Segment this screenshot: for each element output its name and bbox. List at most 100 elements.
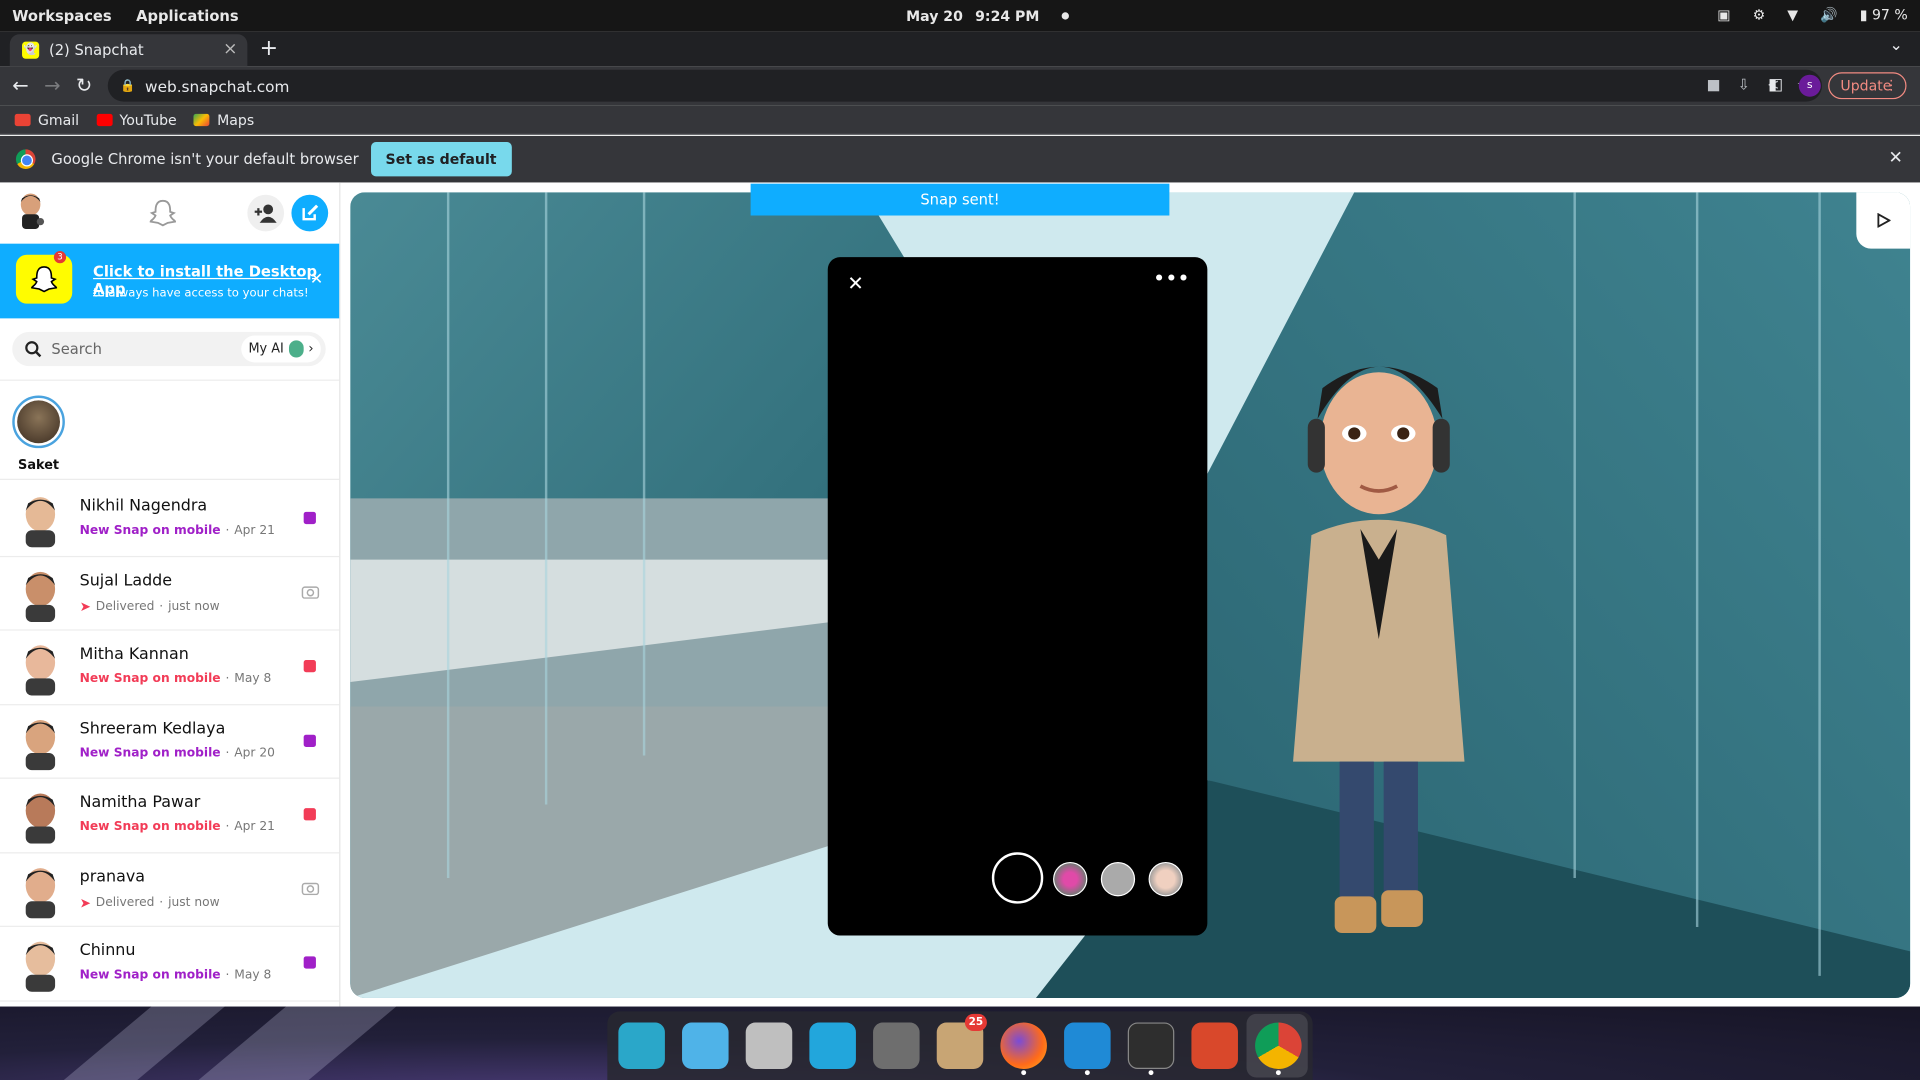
- video-editor-icon[interactable]: [1191, 1022, 1238, 1069]
- chevron-right-icon: ›: [308, 341, 314, 357]
- add-friend-icon: [254, 204, 277, 223]
- story-avatar[interactable]: [12, 395, 65, 449]
- app-grid-icon[interactable]: [809, 1022, 856, 1069]
- search-app-icon[interactable]: [618, 1022, 665, 1069]
- bookmark-gmail[interactable]: Gmail: [14, 110, 80, 128]
- snapchat-ghost-icon[interactable]: [147, 197, 179, 229]
- chat-name: Mitha Kannan: [79, 645, 189, 664]
- camera-permission-icon[interactable]: ■: [1707, 76, 1721, 93]
- bookmark-maps[interactable]: Maps: [193, 110, 255, 128]
- separator-dot: ·: [225, 820, 230, 834]
- snap-sent-toast: Snap sent!: [750, 183, 1170, 216]
- battery-indicator[interactable]: ▮ 97 %: [1860, 6, 1908, 23]
- forward-arrow-icon[interactable]: →: [44, 73, 60, 96]
- lens-heart-glasses-icon[interactable]: [1053, 862, 1088, 897]
- camera-reply-icon[interactable]: [301, 583, 320, 599]
- friend-avatar[interactable]: [15, 790, 66, 844]
- chat-row[interactable]: Namitha Pawar New Snap on mobile · Apr 21: [0, 779, 340, 853]
- new-tab-button[interactable]: +: [260, 36, 278, 62]
- side-panel-icon[interactable]: ◧: [1768, 76, 1783, 94]
- camera-reply-icon[interactable]: [301, 880, 320, 895]
- address-bar[interactable]: 🔒 web.snapchat.com ■ ⇩ < ☆: [107, 69, 1823, 102]
- reload-icon[interactable]: ↻: [76, 73, 92, 96]
- chat-row[interactable]: Nikhil Nagendra New Snap on mobile · Apr 21: [0, 482, 340, 557]
- capture-button[interactable]: [991, 852, 1044, 904]
- unopened-snap-indicator: [303, 808, 316, 821]
- more-options-icon[interactable]: •••: [1154, 269, 1191, 289]
- screen-share-icon[interactable]: ▣: [1717, 6, 1730, 23]
- vscode-icon[interactable]: [1064, 1022, 1111, 1069]
- lock-icon[interactable]: 🔒: [120, 79, 135, 92]
- search-input[interactable]: Search My AI ›: [12, 331, 326, 367]
- bookmark-youtube[interactable]: YouTube: [96, 111, 177, 128]
- applications-menu[interactable]: Applications: [136, 7, 238, 24]
- workspaces-menu[interactable]: Workspaces: [12, 7, 111, 24]
- desktop-background: 25: [0, 1006, 1920, 1080]
- delivered-arrow-icon: ➤: [79, 894, 91, 911]
- chat-row[interactable]: pranava ➤ Delivered · just now: [0, 853, 340, 927]
- volume-icon[interactable]: 🔊: [1820, 6, 1838, 23]
- my-bitmoji-avatar[interactable]: [15, 192, 47, 229]
- gear-icon[interactable]: ⚙: [1753, 6, 1766, 23]
- friend-avatar[interactable]: [15, 568, 66, 622]
- firefox-icon[interactable]: [1000, 1022, 1047, 1069]
- separator-dot: ·: [159, 599, 164, 613]
- terminal-icon[interactable]: [1127, 1022, 1175, 1069]
- chat-row[interactable]: Chinnu New Snap on mobile · May 8: [0, 927, 340, 1002]
- menu-kebab-icon: ⋮: [1884, 77, 1898, 94]
- battery-icon: ▮: [1859, 6, 1868, 24]
- chat-row[interactable]: Sujal Ladde ➤ Delivered · just now: [0, 557, 340, 631]
- sidebar-header: [0, 182, 339, 241]
- chat-row[interactable]: Mitha Kannan New Snap on mobile · May 8: [0, 631, 340, 705]
- chrome-icon[interactable]: [1255, 1022, 1302, 1069]
- back-arrow-icon[interactable]: ←: [12, 73, 28, 96]
- separator-dot: ·: [159, 895, 164, 910]
- chat-time: Apr 21: [234, 524, 275, 538]
- maps-icon: [193, 113, 210, 126]
- separator-dot: ·: [225, 968, 230, 983]
- clock[interactable]: May 20 9:24 PM: [906, 7, 1069, 24]
- my-ai-button[interactable]: My AI ›: [241, 335, 321, 363]
- desktop-app-promo[interactable]: 3 Click to install the Desktop App to al…: [0, 243, 340, 319]
- files-app-icon[interactable]: [745, 1022, 793, 1069]
- close-icon[interactable]: ✕: [1888, 148, 1902, 168]
- chat-status-text: New Snap on mobile: [79, 672, 221, 686]
- play-icon: [1877, 213, 1891, 228]
- add-friend-button[interactable]: [247, 194, 285, 232]
- wifi-icon[interactable]: ▼: [1787, 6, 1798, 23]
- chat-status-text: New Snap on mobile: [79, 968, 221, 983]
- chat-row[interactable]: Shreeram Kedlaya New Snap on mobile · Apr 2…: [0, 705, 340, 779]
- install-app-icon[interactable]: ⇩: [1738, 76, 1750, 93]
- play-button[interactable]: [1856, 192, 1911, 249]
- update-button[interactable]: Update ⋮: [1828, 72, 1907, 100]
- friend-avatar[interactable]: [15, 716, 66, 770]
- lens-baby-face-icon[interactable]: [1148, 862, 1183, 897]
- tab-snapchat[interactable]: 👻 (2) Snapchat ×: [9, 34, 248, 67]
- chat-subtitle: New Snap on mobile · May 8: [80, 672, 272, 685]
- promo-badge: 3: [53, 251, 67, 264]
- chat-sidebar: 3 Click to install the Desktop App to al…: [0, 182, 341, 1007]
- friend-avatar[interactable]: [15, 642, 66, 696]
- close-icon[interactable]: ✕: [847, 272, 863, 295]
- chat-subtitle: ➤ Delivered · just now: [80, 894, 220, 910]
- tab-search-chevron-icon[interactable]: ⌄: [1890, 37, 1903, 55]
- chat-subtitle: New Snap on mobile · May 8: [80, 969, 272, 982]
- friend-avatar[interactable]: [15, 493, 66, 548]
- friend-avatar[interactable]: [15, 864, 66, 918]
- set-default-button[interactable]: Set as default: [370, 142, 512, 177]
- close-icon[interactable]: ✕: [310, 271, 323, 289]
- update-count-badge: 25: [964, 1013, 987, 1032]
- profile-avatar[interactable]: s: [1798, 74, 1821, 97]
- bookmark-label: Maps: [217, 110, 255, 128]
- workspaces-app-icon[interactable]: [682, 1022, 729, 1069]
- tab-close-icon[interactable]: ×: [223, 39, 237, 59]
- search-placeholder: Search: [51, 340, 102, 358]
- screen: Workspaces Applications May 20 9:24 PM ▣…: [0, 0, 1920, 1080]
- settings-app-icon[interactable]: [873, 1022, 920, 1069]
- bookmark-label: Gmail: [37, 110, 80, 128]
- separator-dot: ·: [225, 524, 230, 538]
- friend-avatar[interactable]: [15, 938, 66, 992]
- new-chat-button[interactable]: [291, 194, 329, 232]
- lens-sad-face-icon[interactable]: [1100, 862, 1136, 897]
- chat-status-text: Delivered: [95, 895, 155, 910]
